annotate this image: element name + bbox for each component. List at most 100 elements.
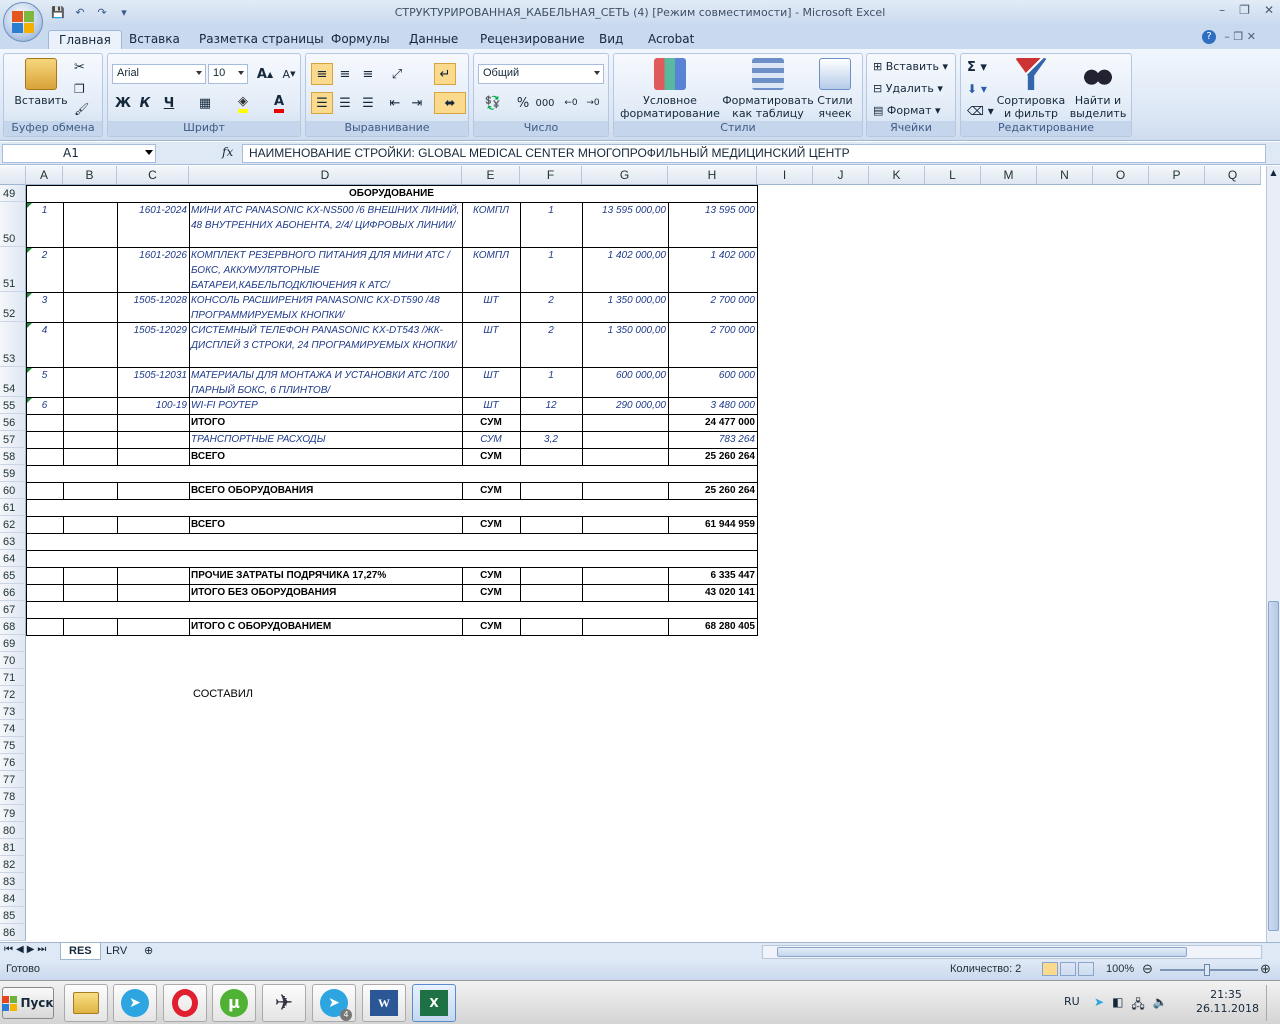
column-header-o[interactable]: O — [1093, 166, 1149, 185]
scroll-up-icon[interactable]: ▲ — [1268, 168, 1279, 180]
clear-icon[interactable]: ⌫ ▾ — [967, 104, 994, 118]
row-header-79[interactable]: 79 — [0, 805, 26, 822]
find-select-button[interactable]: Найти и выделить — [1067, 58, 1129, 120]
row-header-71[interactable]: 71 — [0, 669, 26, 686]
column-header-b[interactable]: B — [63, 166, 117, 185]
column-header-e[interactable]: E — [462, 166, 520, 185]
vertical-scroll-thumb[interactable] — [1268, 601, 1279, 931]
column-header-m[interactable]: M — [981, 166, 1037, 185]
telegram-icon-2[interactable]: ➤ 4 — [312, 984, 356, 1022]
row-header-76[interactable]: 76 — [0, 754, 26, 771]
item-unit[interactable]: КОМПЛ — [462, 202, 520, 247]
clock[interactable]: 21:35 26.11.2018 — [1196, 988, 1259, 1016]
column-header-c[interactable]: C — [117, 166, 189, 185]
align-left-icon[interactable]: ☰ — [311, 92, 333, 114]
font-size-select[interactable]: 10 — [208, 64, 248, 84]
total-label-vsego[interactable]: ВСЕГО — [189, 448, 462, 465]
item-total[interactable]: 13 595 000 — [668, 202, 757, 247]
item-total[interactable]: 2 700 000 — [668, 322, 757, 367]
orientation-icon[interactable]: ⤢ — [386, 63, 408, 85]
column-header-i[interactable]: I — [757, 166, 813, 185]
row-header-53[interactable]: 53 — [0, 322, 26, 367]
item-quantity[interactable]: 2 — [520, 322, 582, 367]
sort-filter-button[interactable]: Сортировка и фильтр — [995, 58, 1067, 120]
show-desktop-button[interactable] — [1266, 985, 1276, 1021]
item-unit[interactable]: ШТ — [462, 292, 520, 322]
column-header-a[interactable]: A — [26, 166, 63, 185]
thousands-button[interactable]: 000 — [534, 92, 556, 114]
total-unit-itogo-bez-oborudovaniya[interactable]: СУМ — [462, 584, 520, 601]
total-unit-vsego-2[interactable]: СУМ — [462, 516, 520, 533]
column-header-j[interactable]: J — [813, 166, 869, 185]
name-box-dropdown-icon[interactable] — [145, 150, 153, 155]
item-name[interactable]: КОНСОЛЬ РАСШИРЕНИЯ PANASONIC KX-DT590 /4… — [189, 292, 462, 322]
item-total[interactable]: 3 480 000 — [668, 397, 757, 414]
italic-button[interactable]: К — [134, 92, 156, 114]
item-name[interactable]: МАТЕРИАЛЫ ДЛЯ МОНТАЖА И УСТАНОВКИ АТС /1… — [189, 367, 462, 397]
horizontal-scroll-thumb[interactable] — [777, 947, 1187, 957]
page-break-view-icon[interactable] — [1078, 962, 1094, 976]
column-header-d[interactable]: D — [189, 166, 462, 185]
conditional-formatting-button[interactable]: Условное форматирование — [616, 58, 724, 120]
restore-icon[interactable]: ❐ — [1239, 3, 1250, 17]
row-header-72[interactable]: 72 — [0, 686, 26, 703]
name-box[interactable]: A1 — [2, 144, 156, 163]
item-code[interactable]: 1601-2024 — [117, 202, 189, 247]
row-header-54[interactable]: 54 — [0, 367, 26, 397]
paste-button[interactable]: Вставить — [10, 58, 72, 107]
item-quantity[interactable]: 2 — [520, 292, 582, 322]
row-header-61[interactable]: 61 — [0, 499, 26, 516]
tab-home[interactable]: Главная — [48, 30, 122, 50]
row-header-78[interactable]: 78 — [0, 788, 26, 805]
row-header-59[interactable]: 59 — [0, 465, 26, 482]
cut-icon[interactable]: ✂ — [74, 60, 85, 75]
row-header-55[interactable]: 55 — [0, 397, 26, 414]
item-unit[interactable]: КОМПЛ — [462, 247, 520, 292]
item-unit[interactable]: ШТ — [462, 322, 520, 367]
zoom-out-icon[interactable]: ⊖ — [1142, 961, 1153, 977]
telegram-icon[interactable]: ➤ — [113, 984, 157, 1022]
item-total[interactable]: 600 000 — [668, 367, 757, 397]
section-header[interactable]: ОБОРУДОВАНИЕ — [26, 185, 757, 202]
formula-input[interactable]: НАИМЕНОВАНИЕ СТРОЙКИ: GLOBAL MEDICAL CEN… — [242, 144, 1266, 163]
opera-icon[interactable] — [163, 984, 207, 1022]
increase-decimal-icon[interactable]: ←0 — [560, 92, 582, 114]
tab-data[interactable]: Данные — [409, 30, 458, 50]
item-total[interactable]: 1 402 000 — [668, 247, 757, 292]
align-middle-icon[interactable]: ≡ — [334, 63, 356, 85]
row-header-62[interactable]: 62 — [0, 516, 26, 533]
column-header-k[interactable]: K — [869, 166, 925, 185]
total-unit-itogo-s-oborudovaniem[interactable]: СУМ — [462, 618, 520, 635]
item-code[interactable]: 1505-12028 — [117, 292, 189, 322]
sheet-tab-lrv[interactable]: LRV — [98, 943, 135, 960]
select-all-corner[interactable] — [0, 166, 26, 185]
total-label-vsego-2[interactable]: ВСЕГО — [189, 516, 462, 533]
item-unit[interactable]: ШТ — [462, 397, 520, 414]
total-unit-vsego[interactable]: СУМ — [462, 448, 520, 465]
item-code[interactable]: 1505-12029 — [117, 322, 189, 367]
insert-function-icon[interactable]: fx — [222, 145, 233, 159]
total-value-vsego[interactable]: 25 260 264 — [668, 448, 757, 465]
row-header-75[interactable]: 75 — [0, 737, 26, 754]
fill-icon[interactable]: ⬇ ▾ — [967, 82, 987, 96]
format-painter-icon[interactable]: 🖌 — [74, 102, 89, 116]
horizontal-scrollbar[interactable] — [762, 945, 1262, 959]
vertical-scrollbar[interactable]: ▲ — [1266, 166, 1280, 942]
tab-acrobat[interactable]: Acrobat — [648, 30, 694, 50]
row-header-68[interactable]: 68 — [0, 618, 26, 635]
row-header-58[interactable]: 58 — [0, 448, 26, 465]
format-cells-button[interactable]: ▤ Формат ▾ — [873, 104, 941, 117]
item-price[interactable]: 600 000,00 — [582, 367, 668, 397]
zoom-in-icon[interactable]: ⊕ — [1260, 961, 1271, 977]
fill-color-icon[interactable]: ◈ — [232, 92, 254, 114]
item-price[interactable]: 1 350 000,00 — [582, 292, 668, 322]
total-unit-itogo[interactable]: СУМ — [462, 414, 520, 431]
total-value-itogo[interactable]: 24 477 000 — [668, 414, 757, 431]
item-unit[interactable]: ШТ — [462, 367, 520, 397]
total-label-itogo-bez-oborudovaniya[interactable]: ИТОГО БЕЗ ОБОРУДОВАНИЯ — [189, 584, 462, 601]
item-price[interactable]: 1 350 000,00 — [582, 322, 668, 367]
app-jet-icon[interactable]: ✈ — [262, 984, 306, 1022]
item-total[interactable]: 2 700 000 — [668, 292, 757, 322]
copy-icon[interactable]: ❐ — [74, 82, 85, 96]
zoom-slider-thumb[interactable] — [1204, 964, 1210, 976]
